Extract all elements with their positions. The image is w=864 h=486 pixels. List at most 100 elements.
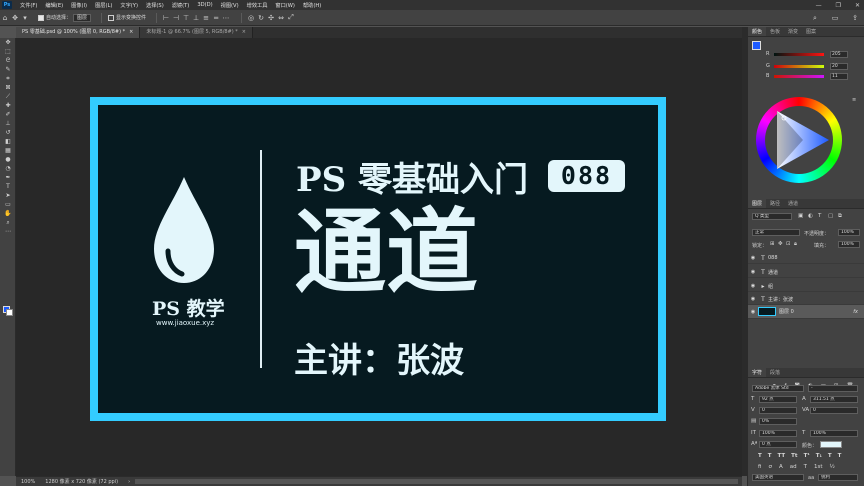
menu-type[interactable]: 文字(Y) [116, 2, 142, 9]
tab-channels[interactable]: 通道 [784, 199, 802, 208]
gradient-tool-icon[interactable]: ▦ [0, 146, 16, 155]
search-icon[interactable]: ⌕ [810, 13, 820, 23]
leading-field[interactable]: 311.51 点 [810, 396, 858, 403]
horizontal-scale-field[interactable]: 100% [810, 430, 858, 437]
filter-pixel-icon[interactable]: ▣ [798, 213, 803, 219]
tracking-field[interactable]: 0 [810, 407, 858, 414]
align-left-icon[interactable]: ⊢ [161, 13, 171, 23]
restore-icon[interactable]: ❐ [836, 2, 841, 9]
share-icon[interactable]: ⇪ [850, 13, 860, 23]
move-tool-icon[interactable]: ✥ [0, 38, 16, 47]
pen-tool-icon[interactable]: ✒ [0, 173, 16, 182]
blur-tool-icon[interactable]: ● [0, 155, 16, 164]
faux-italic-icon[interactable]: T [768, 453, 772, 459]
show-transform-checkbox[interactable] [108, 14, 115, 21]
lasso-tool-icon[interactable]: ᘓ [0, 56, 16, 65]
visibility-eye-icon[interactable]: ◉ [748, 309, 758, 315]
align-right-icon[interactable]: ⊤ [181, 13, 191, 23]
filter-adjust-icon[interactable]: ◐ [808, 213, 813, 219]
lock-artboard-icon[interactable]: ⊡ [786, 241, 791, 247]
chevron-down-icon[interactable]: ▾ [20, 13, 30, 23]
menu-file[interactable]: 文件(F) [16, 2, 41, 9]
healing-brush-icon[interactable]: ✚ [0, 101, 16, 110]
foreground-color-swatch[interactable] [752, 41, 761, 50]
tab-layers[interactable]: 图层 [748, 199, 767, 208]
zoom-level[interactable]: 100% [16, 479, 40, 485]
filter-smart-icon[interactable]: ⧉ [838, 213, 842, 220]
underline-icon[interactable]: T [828, 453, 832, 459]
discretionary-icon[interactable]: σ [768, 464, 772, 470]
ordinal-icon[interactable]: 1st [814, 464, 823, 470]
3d-scale-icon[interactable]: ⤢ [286, 13, 296, 23]
3d-rotate-icon[interactable]: ↻ [256, 13, 266, 23]
tab-swatches[interactable]: 色板 [766, 27, 784, 36]
proportional-spacing-field[interactable]: 0% [759, 418, 797, 425]
minimize-icon[interactable]: — [816, 2, 822, 9]
layer-row-selected[interactable]: ◉ 图层 0 fx [748, 305, 864, 319]
zoom-tool-icon[interactable]: ⌕ [0, 218, 16, 227]
anti-alias-dropdown[interactable]: 锐利 [818, 474, 858, 481]
layer-filter-dropdown[interactable]: Q 类型 [752, 213, 792, 220]
kerning-field[interactable]: 0 [759, 407, 797, 414]
frame-tool-icon[interactable]: ⊠ [0, 83, 16, 92]
red-slider[interactable] [774, 52, 824, 56]
more-tools-icon[interactable]: ⋯ [0, 227, 16, 236]
3d-pan-icon[interactable]: ✣ [266, 13, 276, 23]
blend-mode-dropdown[interactable]: 正常 [752, 229, 800, 236]
eyedropper-tool-icon[interactable]: ⟋ [0, 92, 16, 101]
3d-mode-icon[interactable]: ◎ [246, 13, 256, 23]
workspace-icon[interactable]: ▭ [830, 13, 840, 23]
filter-shape-icon[interactable]: ▢ [828, 213, 833, 219]
tab-document-1[interactable]: PS 零基础.psd @ 100% (图层 0, RGB/8#) * × [16, 27, 141, 38]
lock-all-icon[interactable]: 🔒︎ [794, 241, 797, 248]
hand-tool-icon[interactable]: ✋ [0, 209, 16, 218]
vertical-scale-field[interactable]: 100% [759, 430, 797, 437]
background-color-swatch[interactable] [6, 309, 13, 316]
align-center-icon[interactable]: ⊣ [171, 13, 181, 23]
visibility-eye-icon[interactable]: ◉ [748, 255, 758, 261]
marquee-tool-icon[interactable]: ⬚ [0, 47, 16, 56]
more-options-icon[interactable]: ⋯ [221, 13, 231, 23]
crop-tool-icon[interactable]: ⌗ [0, 74, 16, 83]
all-caps-icon[interactable]: TT [778, 453, 786, 459]
visibility-eye-icon[interactable]: ◉ [748, 269, 758, 275]
quick-select-tool-icon[interactable]: ✎ [0, 65, 16, 74]
ligature-icon[interactable]: fi [758, 464, 761, 470]
font-style-dropdown[interactable]: - [808, 385, 858, 392]
history-brush-icon[interactable]: ↺ [0, 128, 16, 137]
blue-slider[interactable] [774, 74, 824, 78]
clone-stamp-icon[interactable]: ⊥ [0, 119, 16, 128]
tab-gradients[interactable]: 渐变 [784, 27, 802, 36]
dodge-tool-icon[interactable]: ◔ [0, 164, 16, 173]
visibility-eye-icon[interactable]: ◉ [748, 283, 758, 289]
fraction-icon[interactable]: ½ [830, 464, 835, 470]
tab-document-2[interactable]: 未标题-1 @ 66.7% (图层 5, RGB/8#) * × [140, 27, 253, 38]
home-icon[interactable]: ⌂ [0, 13, 10, 23]
font-family-dropdown[interactable]: Adobe 黑体 Std [752, 385, 804, 392]
menu-help[interactable]: 帮助(H) [299, 2, 325, 9]
horizontal-scrollbar[interactable] [135, 479, 738, 484]
menu-view[interactable]: 视图(V) [217, 2, 243, 9]
eraser-tool-icon[interactable]: ◧ [0, 137, 16, 146]
filter-type-icon[interactable]: T [818, 213, 821, 219]
menu-window[interactable]: 窗口(W) [271, 2, 299, 9]
blue-value-field[interactable]: 11 [830, 72, 848, 80]
superscript-icon[interactable]: T¹ [804, 453, 810, 459]
auto-select-checkbox[interactable] [38, 14, 44, 21]
type-tool-icon[interactable]: T [0, 182, 16, 191]
tab-paragraph[interactable]: 段落 [766, 368, 784, 377]
align-top-icon[interactable]: ⊥ [191, 13, 201, 23]
faux-bold-icon[interactable]: T [758, 453, 762, 459]
font-size-field[interactable]: 92 点 [759, 396, 797, 403]
baseline-shift-field[interactable]: 0 点 [759, 441, 797, 448]
opacity-field[interactable]: 100% [838, 229, 860, 236]
move-tool-icon[interactable]: ✥ [10, 13, 20, 23]
chevron-right-icon[interactable]: › [123, 479, 135, 485]
visibility-eye-icon[interactable]: ◉ [748, 296, 758, 302]
close-icon[interactable]: × [242, 29, 246, 35]
shape-tool-icon[interactable]: ▭ [0, 200, 16, 209]
subscript-icon[interactable]: T₁ [816, 453, 822, 459]
layer-row[interactable]: ◉ T 088 [748, 253, 864, 264]
path-select-icon[interactable]: ➤ [0, 191, 16, 200]
menu-filter[interactable]: 滤镜(T) [168, 2, 194, 9]
